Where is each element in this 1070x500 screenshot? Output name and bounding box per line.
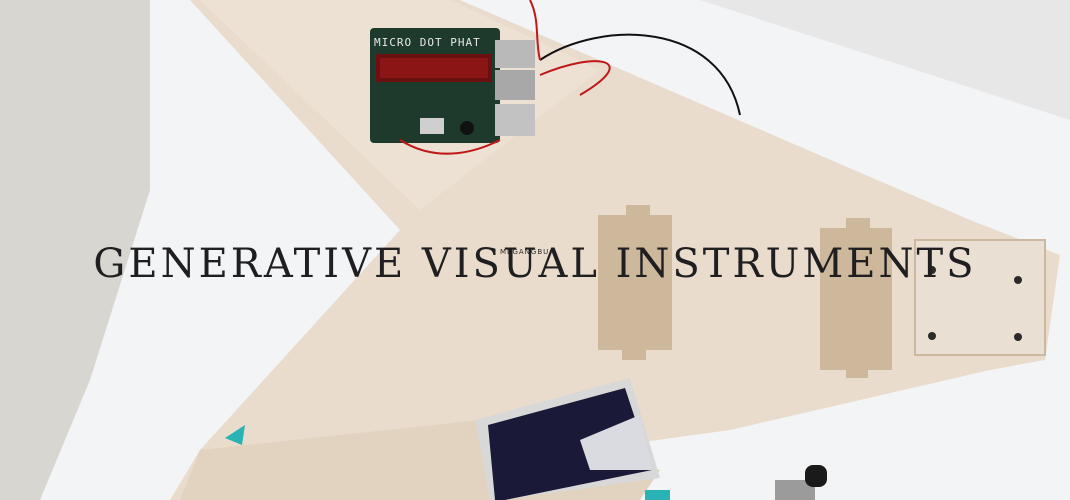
board-label: MICRO DOT PHAT — [374, 36, 481, 49]
led-display — [380, 58, 488, 78]
hero-banner: MICRO DOT PHAT MEGANGBU GENERATIVE VISUA… — [0, 0, 1070, 500]
page-title: GENERATIVE VISUAL INSTRUMENTS — [93, 241, 977, 287]
